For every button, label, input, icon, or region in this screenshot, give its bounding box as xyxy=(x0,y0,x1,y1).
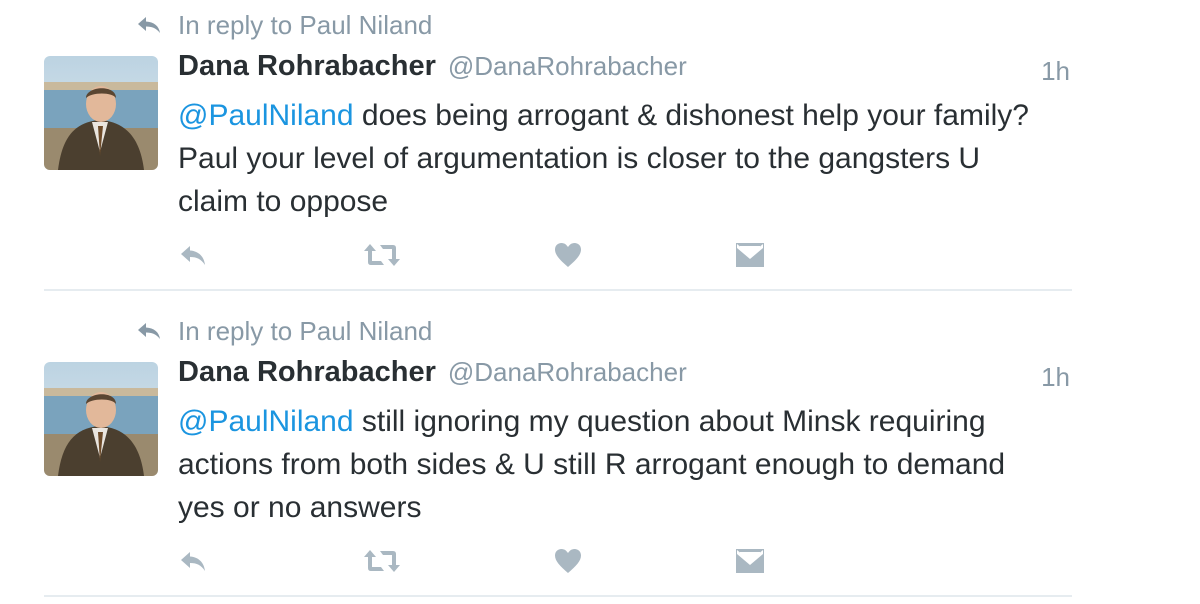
reply-context[interactable]: In reply to Paul Niland xyxy=(136,314,432,348)
avatar[interactable] xyxy=(44,362,158,476)
tweet-header: Dana Rohrabacher @DanaRohrabacher xyxy=(178,50,1070,90)
tweet[interactable]: In reply to Paul Niland Dana Rohrabacher… xyxy=(0,306,1200,602)
avatar[interactable] xyxy=(44,56,158,170)
timestamp[interactable]: 1h xyxy=(1041,362,1070,393)
reply-context-label: In reply to Paul Niland xyxy=(178,315,433,346)
tweet-text: @PaulNiland still ignoring my question a… xyxy=(178,400,1058,529)
retweet-icon[interactable] xyxy=(362,546,402,576)
reply-icon[interactable] xyxy=(178,546,208,576)
reply-context-label: In reply to Paul Niland xyxy=(178,9,433,40)
avatar-image xyxy=(44,56,158,170)
tweet[interactable]: In reply to Paul Niland Dana Rohrabacher… xyxy=(0,0,1200,296)
author-name[interactable]: Dana Rohrabacher xyxy=(178,50,436,83)
heart-icon[interactable] xyxy=(554,546,582,576)
envelope-icon[interactable] xyxy=(734,546,766,576)
retweet-icon[interactable] xyxy=(362,240,402,270)
divider xyxy=(44,289,1072,291)
heart-icon[interactable] xyxy=(554,240,582,270)
envelope-icon[interactable] xyxy=(734,240,766,270)
tweet-header: Dana Rohrabacher @DanaRohrabacher xyxy=(178,356,1070,396)
divider xyxy=(44,595,1072,597)
avatar-image xyxy=(44,362,158,476)
author-handle[interactable]: @DanaRohrabacher xyxy=(448,51,687,82)
tweet-text: @PaulNiland does being arrogant & dishon… xyxy=(178,94,1058,223)
reply-context[interactable]: In reply to Paul Niland xyxy=(136,8,432,42)
mention-link[interactable]: @PaulNiland xyxy=(178,99,354,132)
timestamp[interactable]: 1h xyxy=(1041,56,1070,87)
reply-icon[interactable] xyxy=(178,240,208,270)
author-handle[interactable]: @DanaRohrabacher xyxy=(448,357,687,388)
reply-arrow-icon xyxy=(138,17,160,33)
author-name[interactable]: Dana Rohrabacher xyxy=(178,356,436,389)
reply-arrow-icon xyxy=(138,323,160,339)
mention-link[interactable]: @PaulNiland xyxy=(178,405,354,438)
